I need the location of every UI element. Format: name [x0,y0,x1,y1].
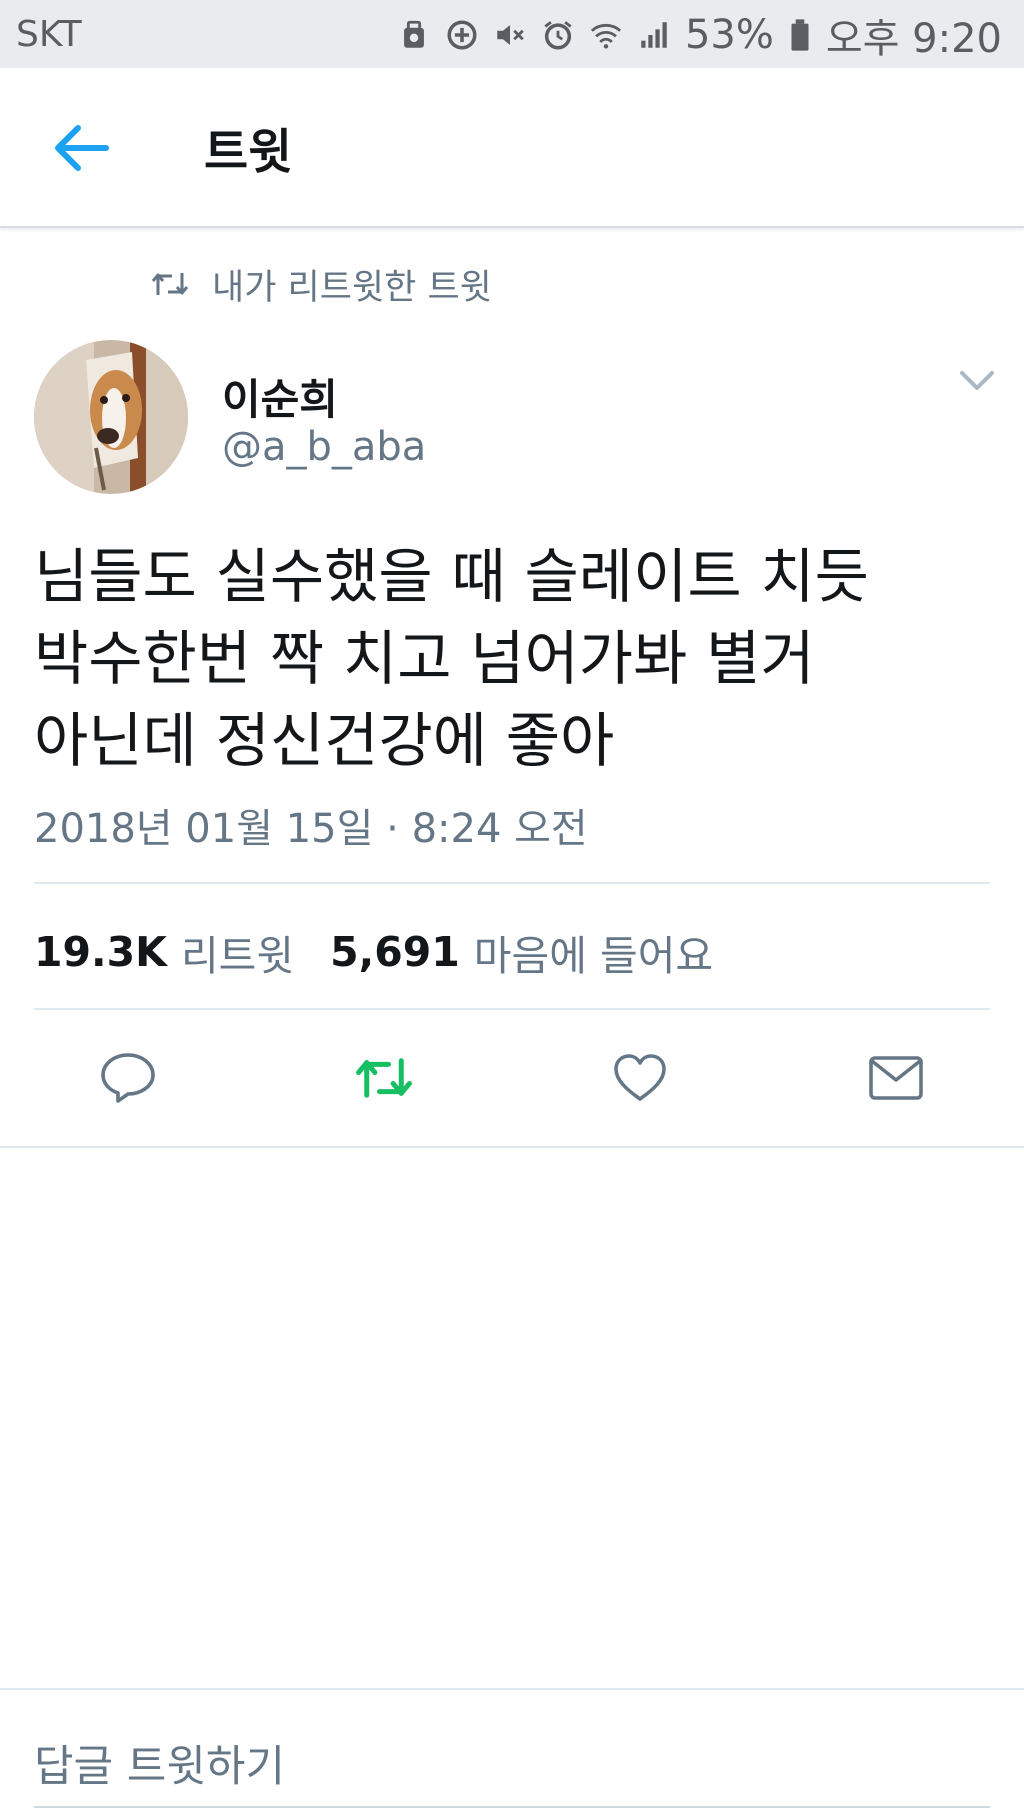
arrow-left-icon [55,125,109,171]
app-bar: 트윗 [0,68,1024,228]
status-icons: 53% 오후 9:20 [397,12,1002,62]
author-handle[interactable]: @a_b_aba [222,424,426,470]
message-button[interactable] [866,1050,926,1106]
battery-icon [788,18,812,52]
author-name[interactable]: 이순희 [222,366,338,427]
page-title: 트윗 [204,124,293,180]
sync-icon [445,18,479,52]
status-bar: SKT 53% 오후 9:20 [0,0,1024,68]
bag-icon [397,18,431,52]
carrier-label: SKT [16,14,82,55]
tweet-text-line: 아닌데 정신건강에 좋아 [34,706,615,775]
reply-button[interactable] [98,1050,158,1106]
alarm-icon [541,18,575,52]
signal-icon [637,18,671,52]
like-icon [614,1054,666,1101]
tweet-text-line: 님들도 실수했을 때 슬레이트 치듯 [34,542,869,611]
retweets-count[interactable]: 19.3K [34,928,167,976]
section-divider [0,1146,1024,1148]
reply-input-underline [34,1806,990,1808]
like-button[interactable] [610,1050,670,1106]
tweet-text: 님들도 실수했을 때 슬레이트 치듯 박수한번 짝 치고 넘어가봐 별거 아닌데… [34,536,984,782]
tweet-timestamp: 2018년 01월 15일 · 8:24 오전 [34,806,588,852]
dog-avatar-image [34,340,188,494]
divider [34,1008,990,1010]
retweet-context: 내가 리트윗한 트윗 [150,262,492,308]
retweet-button[interactable] [354,1050,414,1106]
mute-icon [493,18,527,52]
message-icon [869,1056,923,1100]
retweet-small-icon [151,273,189,295]
avatar[interactable] [34,340,188,494]
tweet-text-line: 박수한번 짝 치고 넘어가봐 별거 [34,624,815,693]
reply-bar-divider [0,1688,1024,1690]
retweets-label[interactable]: 리트윗 [181,922,294,982]
chevron-down-icon [960,371,994,390]
tweet-stats: 19.3K 리트윗 5,691 마음에 들어요 [34,924,713,980]
divider [34,882,990,884]
back-button[interactable] [50,120,112,176]
likes-label[interactable]: 마음에 들어요 [474,922,713,982]
wifi-icon [589,18,623,52]
tweet-menu-button[interactable] [958,368,996,394]
reply-input[interactable]: 답글 트윗하기 [34,1732,285,1794]
reply-icon [101,1053,155,1103]
battery-percent: 53% [684,12,774,58]
likes-count[interactable]: 5,691 [330,928,460,976]
retweet-context-label: 내가 리트윗한 트윗 [212,267,492,308]
retweet-icon [356,1058,412,1098]
status-time: 오후 9:20 [825,16,1002,62]
